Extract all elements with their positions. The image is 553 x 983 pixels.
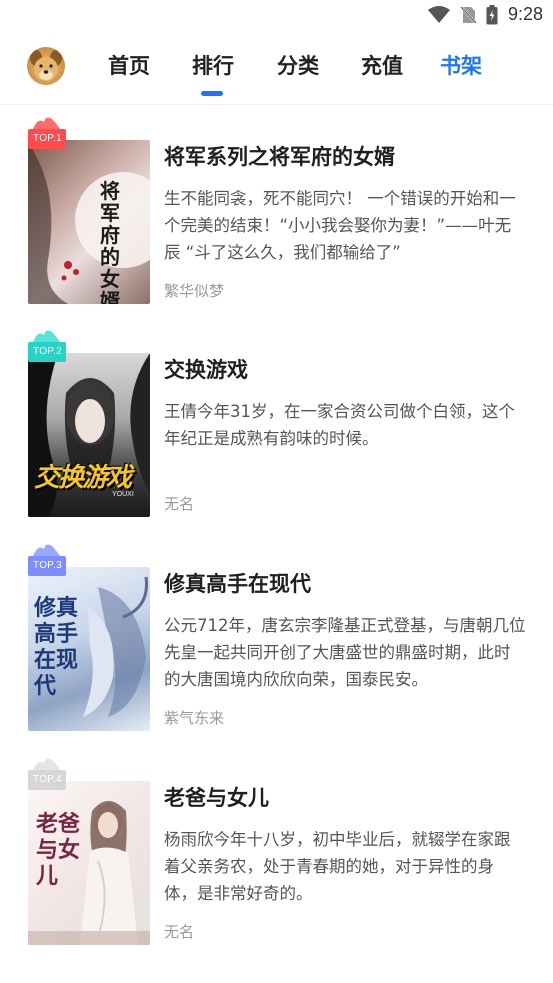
flame-icon (33, 758, 60, 770)
cover-title-text: 将军府的女婿 (100, 179, 120, 304)
tab-recharge[interactable]: 充值 (361, 50, 403, 80)
avatar[interactable] (27, 47, 65, 85)
book-cover[interactable]: 交换游戏 YOUXI (28, 353, 150, 517)
book-author: 无名 (164, 923, 195, 941)
status-bar: 9:28 (0, 0, 553, 30)
rank-label: TOP.3 (33, 560, 62, 571)
rank-badge: TOP.2 (28, 330, 70, 364)
cover-title-text: 老爸与女儿 (36, 811, 81, 889)
book-author: 无名 (164, 495, 195, 513)
book-title[interactable]: 修真高手在现代 (164, 568, 311, 598)
rank-label: TOP.2 (33, 346, 62, 357)
book-description: 王倩今年31岁，在一家合资公司做个白领，这个年纪正是成熟有韵味的时候。 (164, 402, 515, 448)
flame-icon (33, 544, 60, 556)
no-sim-icon (460, 5, 476, 24)
cover-title-text: 交换游戏 (34, 463, 132, 493)
tab-category[interactable]: 分类 (277, 50, 319, 80)
rank-badge: TOP.3 (28, 544, 70, 578)
status-time: 9:28 (507, 4, 543, 24)
book-list-item[interactable]: 将军府的女婿 TOP.1 将军系列之将军府的女婿 生不能同衾，死不能同穴！ 一个… (28, 117, 528, 310)
active-tab-indicator (201, 91, 223, 96)
book-list-item[interactable]: 老爸与女儿 TOP.4 老爸与女儿 杨雨欣今年十八岁，初中毕业后，就辍学在家跟着… (28, 758, 528, 951)
book-description: 生不能同衾，死不能同穴！ 一个错误的开始和一个完美的结束！“小小我会娶你为妻！”… (164, 189, 516, 262)
wifi-icon (427, 5, 450, 23)
flame-icon (33, 330, 60, 342)
book-cover[interactable]: 将军府的女婿 (28, 140, 150, 304)
book-description: 公元712年，唐玄宗李隆基正式登基，与唐朝几位先皇一起共同开创了大唐盛世的鼎盛时… (164, 616, 526, 689)
book-title[interactable]: 交换游戏 (164, 354, 248, 384)
book-cover[interactable]: 老爸与女儿 (28, 781, 150, 945)
tab-bookshelf[interactable]: 书架 (440, 50, 482, 80)
book-list-item[interactable]: 交换游戏 YOUXI TOP.2 交换游戏 王倩今年31岁，在一家合资公司做个白… (28, 330, 528, 523)
rank-label: TOP.1 (33, 133, 62, 144)
book-author: 繁华似梦 (164, 282, 225, 300)
battery-charging-icon (486, 4, 498, 24)
flame-icon (33, 117, 60, 129)
rank-label: TOP.4 (33, 774, 62, 785)
cover-subtitle-text: YOUXI (112, 491, 134, 498)
tab-ranking[interactable]: 排行 (192, 50, 234, 80)
book-description: 杨雨欣今年十八岁，初中毕业后，就辍学在家跟着父亲务农，处于青春期的她，对于异性的… (164, 830, 511, 903)
tab-home[interactable]: 首页 (108, 50, 150, 80)
book-cover[interactable]: 修真高手在现代 (28, 567, 150, 731)
book-title[interactable]: 老爸与女儿 (164, 782, 269, 812)
top-nav: 首页 排行 分类 充值 书架 (0, 30, 553, 105)
book-list-item[interactable]: 修真高手在现代 TOP.3 修真高手在现代 公元712年，唐玄宗李隆基正式登基，… (28, 544, 528, 737)
book-title[interactable]: 将军系列之将军府的女婿 (164, 141, 395, 171)
rank-badge: TOP.1 (28, 117, 70, 151)
rank-badge: TOP.4 (28, 758, 70, 792)
cover-title-text: 修真高手在现代 (34, 595, 79, 699)
book-author: 紫气东来 (164, 709, 225, 727)
